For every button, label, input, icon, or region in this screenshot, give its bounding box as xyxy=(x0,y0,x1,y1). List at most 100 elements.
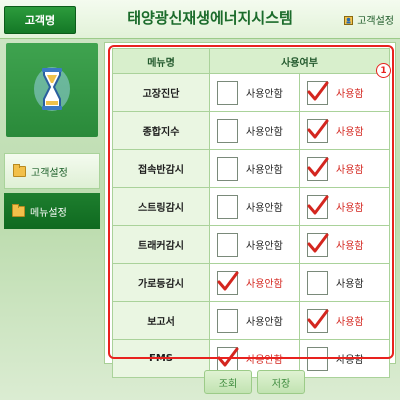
column-header-menu: 메뉴명 xyxy=(112,48,210,74)
checkmark-icon xyxy=(307,119,329,138)
sidebar-item-label: 고객설정 xyxy=(31,167,68,179)
usage-option-used[interactable]: 사용함 xyxy=(301,75,388,110)
unused-checkbox[interactable] xyxy=(217,194,238,219)
usage-option-cell: 사용안함 xyxy=(209,187,300,226)
usage-option-cell: 사용안함 xyxy=(209,149,300,188)
usage-option-unused[interactable]: 사용안함 xyxy=(211,227,298,262)
unused-checkbox[interactable] xyxy=(217,232,238,257)
usage-option-unused[interactable]: 사용안함 xyxy=(211,265,298,300)
unused-label: 사용안함 xyxy=(246,241,283,252)
unused-checkbox[interactable] xyxy=(217,270,239,295)
usage-option-cell: 사용함 xyxy=(299,301,390,340)
menu-name-cell: 고장진단 xyxy=(112,73,210,112)
used-checkbox[interactable] xyxy=(307,156,329,181)
sidebar-item-menu-settings[interactable]: 메뉴설정 xyxy=(4,193,100,229)
usage-option-cell: 사용함 xyxy=(299,111,390,150)
save-button[interactable]: 저장 xyxy=(257,370,305,394)
menu-name-cell: 트래커감시 xyxy=(112,225,210,264)
column-header-usage: 사용여부 xyxy=(209,48,390,74)
usage-option-unused[interactable]: 사용안함 xyxy=(211,189,298,224)
usage-option-used[interactable]: 사용함 xyxy=(301,151,388,186)
usage-option-cell: 사용안함 xyxy=(209,225,300,264)
unused-checkbox[interactable] xyxy=(217,308,238,333)
usage-option-used[interactable]: 사용함 xyxy=(301,265,388,300)
menu-name-cell: 종합지수 xyxy=(112,111,210,150)
usage-option-used[interactable]: 사용함 xyxy=(301,341,388,376)
usage-option-unused[interactable]: 사용안함 xyxy=(211,113,298,148)
used-checkbox[interactable] xyxy=(307,232,329,257)
usage-option-cell: 사용함 xyxy=(299,339,390,378)
customer-settings-label: 고객설정 xyxy=(357,16,394,27)
used-checkbox[interactable] xyxy=(307,270,328,295)
usage-option-cell: 사용함 xyxy=(299,73,390,112)
used-checkbox[interactable] xyxy=(307,194,329,219)
customer-name-button[interactable]: 고객명 xyxy=(4,6,76,34)
menu-usage-table: 메뉴명 사용여부 고장진단 사용안함 사용함 종합지수 사용안함 사용함 접속반감시 사용안함… xyxy=(112,48,390,378)
checkmark-icon xyxy=(307,195,329,214)
checkmark-icon xyxy=(307,233,329,252)
used-checkbox[interactable] xyxy=(307,80,329,105)
usage-option-cell: 사용안함 xyxy=(209,301,300,340)
menu-name-cell: 스트링감시 xyxy=(112,187,210,226)
usage-option-cell: 사용안함 xyxy=(209,263,300,302)
used-checkbox[interactable] xyxy=(307,308,329,333)
used-checkbox[interactable] xyxy=(307,346,328,371)
checkmark-icon xyxy=(307,309,329,328)
folder-icon xyxy=(13,163,26,177)
checkmark-icon xyxy=(217,271,239,290)
customer-settings-link[interactable]: 고객설정 xyxy=(344,12,394,27)
annotation-badge: 1 xyxy=(376,63,391,78)
table-row: 종합지수 사용안함 사용함 xyxy=(112,111,390,150)
checkmark-icon xyxy=(307,157,329,176)
usage-option-unused[interactable]: 사용안함 xyxy=(211,75,298,110)
menu-name-cell: 접속반감시 xyxy=(112,149,210,188)
usage-option-cell: 사용함 xyxy=(299,263,390,302)
search-button[interactable]: 조회 xyxy=(204,370,252,394)
unused-label: 사용안함 xyxy=(246,89,283,100)
table-row: 보고서 사용안함 사용함 xyxy=(112,301,390,340)
table-row: 접속반감시 사용안함 사용함 xyxy=(112,149,390,188)
unused-label: 사용안함 xyxy=(246,279,283,290)
unused-label: 사용안함 xyxy=(246,127,283,138)
usage-option-used[interactable]: 사용함 xyxy=(301,189,388,224)
menu-name-cell: FMS xyxy=(112,339,210,378)
sidebar: 고객설정 메뉴설정 xyxy=(4,40,100,400)
usage-option-used[interactable]: 사용함 xyxy=(301,227,388,262)
used-label: 사용함 xyxy=(336,89,364,100)
sidebar-item-customer-settings[interactable]: 고객설정 xyxy=(4,153,100,189)
unused-checkbox[interactable] xyxy=(217,346,239,371)
unused-label: 사용안함 xyxy=(246,203,283,214)
unused-checkbox[interactable] xyxy=(217,118,238,143)
used-label: 사용함 xyxy=(336,355,364,366)
usage-option-unused[interactable]: 사용안함 xyxy=(211,303,298,338)
usage-option-cell: 사용함 xyxy=(299,149,390,188)
table-header-row: 메뉴명 사용여부 xyxy=(112,48,390,74)
usage-option-used[interactable]: 사용함 xyxy=(301,303,388,338)
usage-option-cell: 사용안함 xyxy=(209,73,300,112)
menu-name-cell: 보고서 xyxy=(112,301,210,340)
usage-option-cell: 사용함 xyxy=(299,225,390,264)
logo-panel xyxy=(6,43,98,137)
usage-option-unused[interactable]: 사용안함 xyxy=(211,151,298,186)
checkmark-icon xyxy=(217,347,239,366)
unused-label: 사용안함 xyxy=(246,355,283,366)
used-checkbox[interactable] xyxy=(307,118,329,143)
table-row: 트래커감시 사용안함 사용함 xyxy=(112,225,390,264)
used-label: 사용함 xyxy=(336,165,364,176)
used-label: 사용함 xyxy=(336,317,364,328)
unused-label: 사용안함 xyxy=(246,165,283,176)
hourglass-logo-icon xyxy=(34,67,70,111)
table-row: 스트링감시 사용안함 사용함 xyxy=(112,187,390,226)
usage-option-used[interactable]: 사용함 xyxy=(301,113,388,148)
table-row: 고장진단 사용안함 사용함 xyxy=(112,73,390,112)
menu-name-cell: 가로등감시 xyxy=(112,263,210,302)
unused-checkbox[interactable] xyxy=(217,80,238,105)
used-label: 사용함 xyxy=(336,279,364,290)
unused-checkbox[interactable] xyxy=(217,156,238,181)
used-label: 사용함 xyxy=(336,203,364,214)
table-row: 가로등감시 사용안함 사용함 xyxy=(112,263,390,302)
sidebar-item-label: 메뉴설정 xyxy=(30,207,67,219)
top-header: 고객명 태양광신재생에너지시스템 고객설정 xyxy=(0,0,400,39)
page-title: 태양광신재생에너지시스템 xyxy=(127,9,293,27)
used-label: 사용함 xyxy=(336,127,364,138)
